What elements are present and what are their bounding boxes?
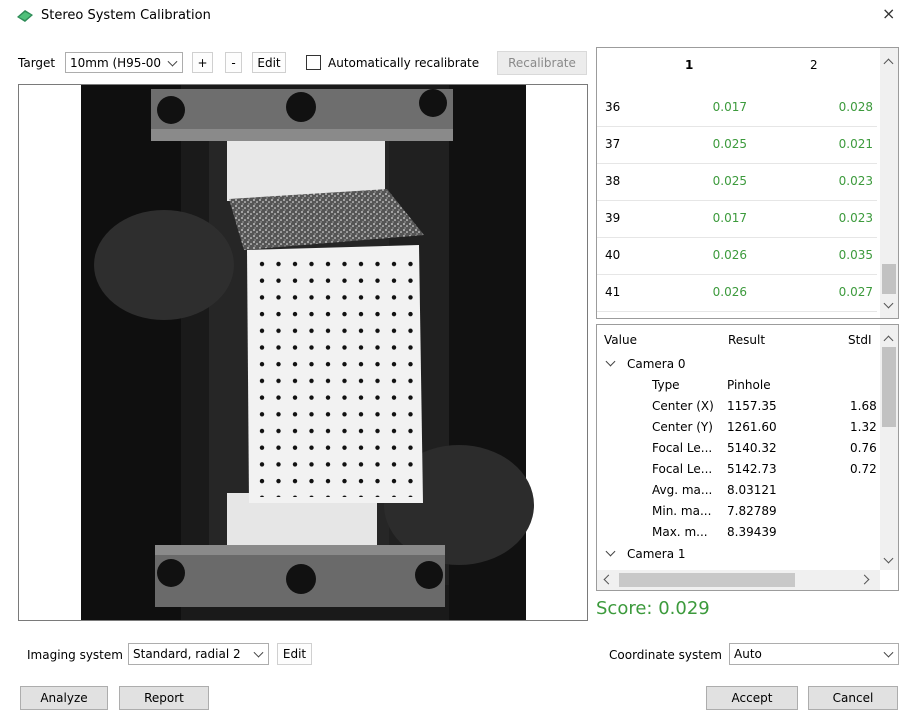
- tree-item-result: 5140.32: [727, 441, 777, 455]
- report-button[interactable]: Report: [119, 686, 209, 710]
- edit-imaging-button[interactable]: Edit: [277, 643, 312, 665]
- tree-item-result: 1261.60: [727, 420, 777, 434]
- row-value-1: 0.025: [712, 137, 747, 151]
- row-value-1: 0.026: [712, 248, 747, 262]
- row-value-2: 0.035: [838, 248, 873, 262]
- accept-button[interactable]: Accept: [706, 686, 798, 710]
- table-row[interactable]: 41 0.026 0.027: [597, 275, 877, 312]
- expand-icon[interactable]: [605, 356, 616, 367]
- scrollbar-thumb[interactable]: [619, 573, 795, 587]
- table-row[interactable]: 38 0.025 0.023: [597, 164, 877, 201]
- imaging-system-label: Imaging system: [27, 648, 123, 662]
- chevron-down-icon: [167, 56, 178, 67]
- chevron-down-icon: [883, 647, 894, 658]
- chevron-down-icon: [253, 647, 264, 658]
- target-select-value: 10mm (H95-00: [70, 55, 162, 70]
- tree-item-result: 5142.73: [727, 462, 777, 476]
- close-button[interactable]: ×: [882, 4, 895, 23]
- tree-item-name: Min. ma...: [652, 504, 712, 518]
- tree-item-result: 1157.35: [727, 399, 777, 413]
- tree-node-camera-1[interactable]: Camera 1: [627, 547, 686, 561]
- score-label: Score: 0.029: [596, 598, 710, 619]
- row-index: 39: [605, 211, 621, 225]
- column-header-2[interactable]: 2: [810, 58, 818, 72]
- tree-item-name: Max. m...: [652, 525, 708, 539]
- auto-recalibrate-checkbox[interactable]: [306, 55, 321, 70]
- tree-item-name: Avg. ma...: [652, 483, 713, 497]
- imaging-system-value: Standard, radial 2: [133, 647, 241, 661]
- scroll-down-icon[interactable]: [883, 298, 894, 309]
- coordinate-system-select[interactable]: Auto: [729, 643, 899, 665]
- app-icon: [17, 10, 33, 22]
- tree-vertical-scrollbar[interactable]: [880, 325, 898, 570]
- tree-header-value[interactable]: Value: [604, 333, 637, 347]
- table-row[interactable]: 36 0.017 0.028: [597, 90, 877, 127]
- scroll-right-icon[interactable]: [859, 574, 870, 585]
- row-index: 37: [605, 137, 621, 151]
- scroll-down-icon[interactable]: [883, 553, 894, 564]
- coordinate-system-value: Auto: [734, 647, 762, 661]
- table-row[interactable]: 39 0.017 0.023: [597, 201, 877, 238]
- analyze-button[interactable]: Analyze: [20, 686, 108, 710]
- column-header-1[interactable]: 1: [685, 58, 693, 72]
- row-value-2: 0.028: [838, 100, 873, 114]
- table-row[interactable]: 37 0.025 0.021: [597, 127, 877, 164]
- row-index: 38: [605, 174, 621, 188]
- table-row[interactable]: 40 0.026 0.035: [597, 238, 877, 275]
- row-index: 40: [605, 248, 621, 262]
- recalibrate-button[interactable]: Recalibrate: [497, 51, 587, 75]
- scrollbar-thumb[interactable]: [882, 347, 896, 427]
- target-select[interactable]: 10mm (H95-00: [65, 52, 183, 73]
- scroll-up-icon[interactable]: [883, 335, 894, 346]
- coordinate-system-label: Coordinate system: [609, 648, 722, 662]
- tree-horizontal-scrollbar[interactable]: [597, 570, 880, 590]
- tree-item-result: 8.03121: [727, 483, 777, 497]
- tree-item-std: 0.76: [850, 441, 877, 455]
- tree-item-name: Center (Y): [652, 420, 713, 434]
- tree-item-name: Focal Le...: [652, 441, 713, 455]
- cancel-button[interactable]: Cancel: [808, 686, 898, 710]
- window-title: Stereo System Calibration: [41, 8, 211, 23]
- tree-item-std: 1.68: [850, 399, 877, 413]
- remove-target-button[interactable]: -: [225, 52, 242, 73]
- row-value-2: 0.027: [838, 285, 873, 299]
- camera-image-panel: [18, 84, 588, 621]
- tree-item-result: 8.39439: [727, 525, 777, 539]
- row-value-2: 0.021: [838, 137, 873, 151]
- edit-target-button[interactable]: Edit: [252, 52, 286, 73]
- table-vertical-scrollbar[interactable]: [880, 48, 898, 318]
- calibration-results-tree: Value Result StdI Camera 0 Type Pinhole …: [596, 324, 899, 591]
- tree-item-std: 1.32: [850, 420, 877, 434]
- tree-item-result: Pinhole: [727, 378, 771, 392]
- row-index: 36: [605, 100, 621, 114]
- tree-item-std: 0.72: [850, 462, 877, 476]
- tree-item-name: Focal Le...: [652, 462, 713, 476]
- target-label: Target: [18, 56, 56, 70]
- row-value-2: 0.023: [838, 211, 873, 225]
- tree-item-name: Center (X): [652, 399, 714, 413]
- scrollbar-thumb[interactable]: [882, 264, 896, 294]
- scroll-left-icon[interactable]: [603, 574, 614, 585]
- row-value-1: 0.025: [712, 174, 747, 188]
- tree-header-result[interactable]: Result: [728, 333, 765, 347]
- row-value-1: 0.017: [712, 100, 747, 114]
- row-value-2: 0.023: [838, 174, 873, 188]
- residual-table: 1 2 36 0.017 0.028 37 0.025 0.021 38 0.0…: [596, 47, 899, 319]
- row-value-1: 0.017: [712, 211, 747, 225]
- row-value-1: 0.026: [712, 285, 747, 299]
- add-target-button[interactable]: +: [192, 52, 213, 73]
- tree-node-camera-0[interactable]: Camera 0: [627, 357, 686, 371]
- tree-item-name: Type: [652, 378, 680, 392]
- calibration-image: [81, 85, 534, 620]
- row-index: 41: [605, 285, 621, 299]
- imaging-system-select[interactable]: Standard, radial 2: [128, 643, 269, 665]
- tree-item-result: 7.82789: [727, 504, 777, 518]
- scroll-up-icon[interactable]: [883, 58, 894, 69]
- expand-icon[interactable]: [605, 546, 616, 557]
- auto-recalibrate-label: Automatically recalibrate: [328, 56, 480, 70]
- tree-header-std[interactable]: StdI: [848, 333, 871, 347]
